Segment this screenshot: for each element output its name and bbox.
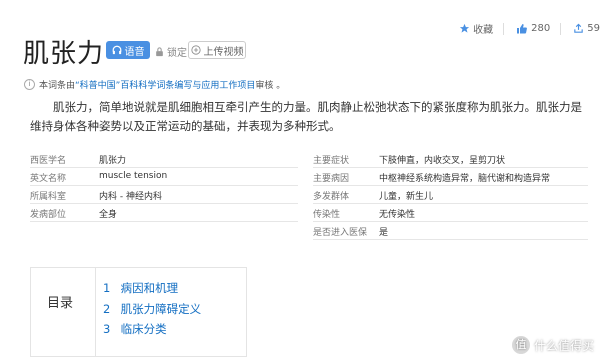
toolbar: 收藏 280 59 — [447, 21, 600, 36]
info-row: 发病部位 全身 传染性 无传染性 — [30, 204, 588, 221]
toc-item-classification[interactable]: 3 临床分类 — [103, 321, 167, 337]
info-key: 发病部位 — [30, 210, 67, 220]
review-project-link[interactable]: “科普中国”百科科学词条编写与应用工作项目 — [75, 78, 255, 91]
info-value: muscle tension — [99, 171, 168, 181]
review-suffix: 审核 。 — [255, 81, 286, 91]
voice-button[interactable]: 语音 — [106, 41, 150, 59]
like-count: 280 — [531, 23, 551, 34]
toolbar-divider — [503, 22, 505, 35]
toc-item-label: 肌张力障碍定义 — [120, 302, 202, 316]
table-of-contents: 目录 1 病因和机理 2 肌张力障碍定义 3 临床分类 — [30, 267, 247, 357]
info-key: 西医学名 — [30, 156, 67, 166]
info-row: 是否进入医保 是 — [30, 222, 588, 239]
info-icon: i — [24, 79, 35, 90]
info-row: 所属科室 内科 - 神经内科 多发群体 儿童，新生儿 — [30, 186, 588, 203]
toc-item-label: 病因和机理 — [120, 281, 179, 295]
share-count: 59 — [587, 23, 600, 34]
row-divider — [313, 239, 588, 240]
upload-video-button[interactable]: 上传视频 — [188, 41, 246, 59]
toc-divider — [95, 268, 96, 356]
info-key: 主要症状 — [313, 156, 350, 166]
info-key: 所属科室 — [30, 192, 67, 202]
plus-circle-icon — [190, 45, 201, 55]
info-value: 全身 — [99, 210, 118, 220]
info-value: 内科 - 神经内科 — [99, 192, 162, 202]
thumbs-up-icon — [517, 23, 528, 33]
info-key: 多发群体 — [313, 192, 350, 202]
info-value: 下肢伸直，内收交叉，呈剪刀状 — [379, 156, 506, 166]
toc-title: 目录 — [47, 296, 74, 311]
collect-label: 收藏 — [473, 25, 494, 36]
info-value: 中枢神经系统构造异常，脑代谢和构造异常 — [379, 174, 551, 184]
lock-indicator: 锁定 — [155, 44, 187, 59]
page-title: 肌张力 — [23, 39, 105, 69]
info-key: 英文名称 — [30, 174, 67, 184]
share-button[interactable]: 59 — [573, 23, 600, 34]
toc-item-number: 2 — [103, 302, 111, 316]
info-key: 主要病因 — [313, 174, 350, 184]
toc-item-definition[interactable]: 2 肌张力障碍定义 — [103, 301, 201, 317]
info-row: 西医学名 肌张力 主要症状 下肢伸直，内收交叉，呈剪刀状 — [30, 150, 588, 167]
info-value: 无传染性 — [379, 210, 416, 220]
like-button[interactable]: 280 — [516, 23, 550, 35]
toc-item-number: 3 — [103, 322, 111, 336]
collect-button[interactable]: 收藏 — [459, 21, 493, 36]
toc-item-label: 临床分类 — [120, 322, 167, 336]
watermark-logo: 值 — [511, 336, 530, 354]
watermark-text: 什么值得买 — [533, 338, 594, 353]
lock-icon — [156, 46, 163, 56]
voice-label: 语音 — [124, 46, 145, 58]
info-key: 传染性 — [313, 210, 341, 220]
star-icon — [460, 23, 470, 33]
toc-item-cause[interactable]: 1 病因和机理 — [103, 280, 178, 296]
summary-paragraph: 肌张力，简单地说就是肌细胞相互牵引产生的力量。肌肉静止松弛状态下的紧张度称为肌张… — [30, 100, 582, 133]
share-icon — [574, 23, 584, 33]
info-value: 儿童，新生儿 — [379, 192, 434, 202]
toc-item-number: 1 — [103, 281, 111, 295]
lock-label: 锁定 — [167, 48, 187, 59]
toolbar-divider — [560, 22, 562, 35]
headphones-icon — [112, 45, 121, 55]
info-value: 是 — [379, 228, 389, 238]
watermark: 值 什么值得买 — [511, 336, 594, 354]
info-key: 是否进入医保 — [313, 228, 368, 238]
review-prefix: 本词条由 — [39, 81, 76, 91]
info-row: 英文名称 muscle tension 主要病因 中枢神经系统构造异常，脑代谢和… — [30, 168, 588, 185]
upload-label: 上传视频 — [203, 46, 244, 58]
review-notice: i 本词条由 “科普中国”百科科学词条编写与应用工作项目 审核 。 — [24, 78, 285, 91]
info-value: 肌张力 — [99, 156, 127, 166]
